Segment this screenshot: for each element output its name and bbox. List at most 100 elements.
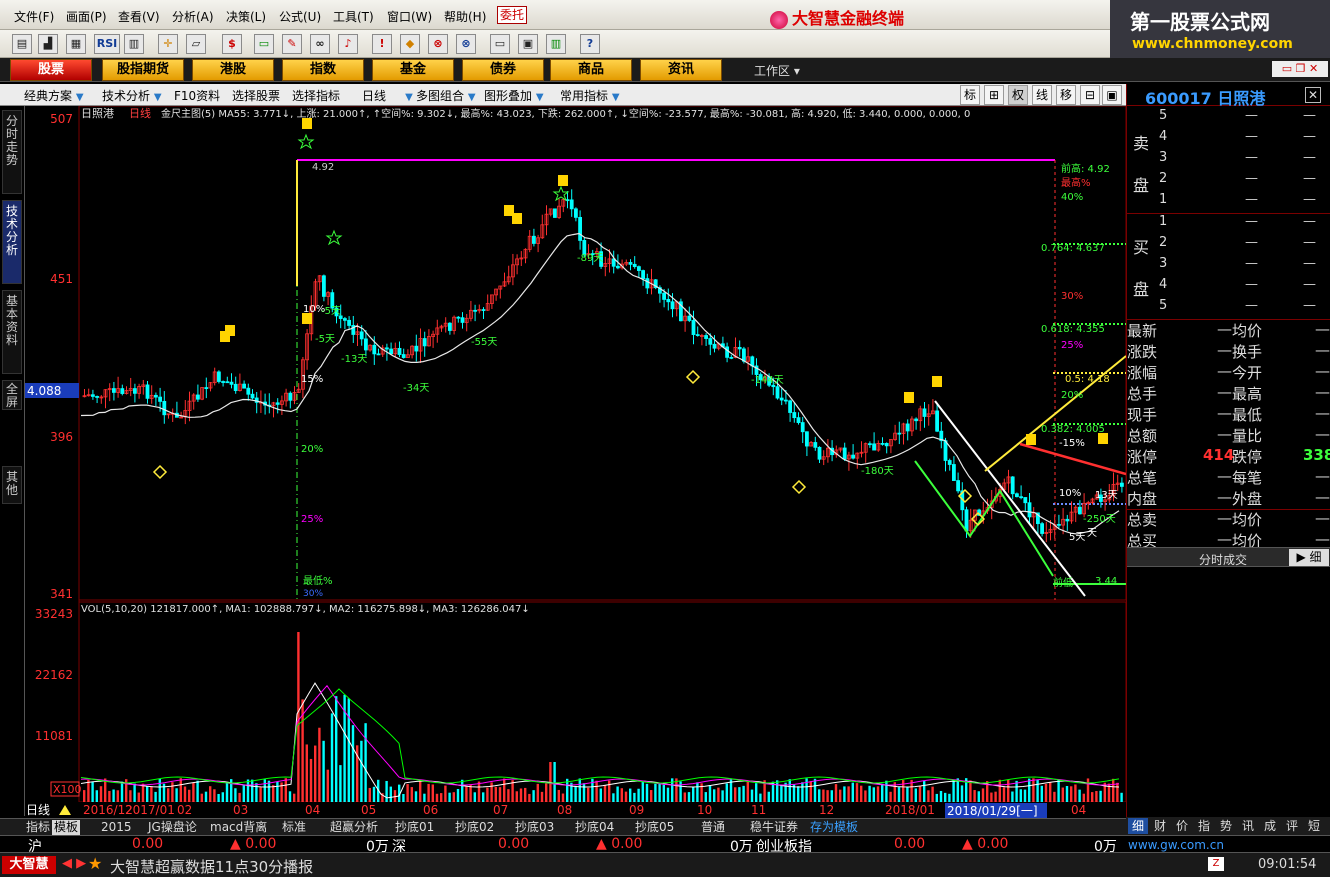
rp-tab-deal[interactable]: 成 bbox=[1260, 818, 1280, 834]
rp-tab-news[interactable]: 讯 bbox=[1238, 818, 1258, 834]
tab-standard[interactable]: 标准 bbox=[282, 820, 306, 835]
mark-button[interactable]: 标 bbox=[960, 85, 980, 105]
tab-intraday[interactable]: 分时走势 bbox=[2, 110, 22, 194]
menu-window[interactable]: 窗口(W) bbox=[387, 8, 432, 25]
tab-chaodi02[interactable]: 抄底02 bbox=[455, 820, 494, 835]
nav-commodity[interactable]: 商品 bbox=[550, 59, 632, 81]
entrust-button[interactable]: 委托 bbox=[497, 6, 527, 24]
rsi-icon[interactable]: RSI bbox=[94, 34, 120, 54]
menu-view-screen[interactable]: 画面(P) bbox=[66, 8, 107, 25]
rp-tab-short[interactable]: 短 bbox=[1304, 818, 1324, 834]
rights-button[interactable]: 权 bbox=[1008, 85, 1028, 105]
overlay-button[interactable]: 图形叠加 ▼ bbox=[484, 87, 544, 104]
workspace-dropdown[interactable]: 工作区 ▾ bbox=[754, 62, 800, 79]
tab-jg[interactable]: JG操盘论 bbox=[148, 820, 197, 835]
table-icon[interactable]: ▥ bbox=[124, 34, 144, 54]
site-link[interactable]: www.gw.com.cn bbox=[1128, 838, 1224, 852]
menu-tools[interactable]: 工具(T) bbox=[333, 8, 374, 25]
panel-button[interactable]: ▣ bbox=[1102, 85, 1122, 105]
volume: — bbox=[1303, 277, 1316, 292]
link-icon[interactable]: ⊗ bbox=[428, 34, 448, 54]
status-message[interactable]: 大智慧超赢数据11点30分播报 bbox=[110, 856, 313, 877]
nav-fund[interactable]: 基金 bbox=[372, 59, 454, 81]
books-icon[interactable]: ▥ bbox=[546, 34, 566, 54]
window-controls[interactable]: ▭ ❐ ✕ bbox=[1272, 61, 1328, 77]
tab-indicator[interactable]: 指标 bbox=[26, 820, 50, 835]
rp-tab-price[interactable]: 价 bbox=[1172, 818, 1192, 834]
dollar-icon[interactable]: $ bbox=[222, 34, 242, 54]
menu-view[interactable]: 查看(V) bbox=[118, 8, 160, 25]
menu-formula[interactable]: 公式(U) bbox=[279, 8, 321, 25]
nav-stock[interactable]: 股票 bbox=[10, 59, 92, 81]
nav-hk[interactable]: 港股 bbox=[192, 59, 274, 81]
tab-macd[interactable]: macd背离 bbox=[210, 820, 267, 835]
menu-help[interactable]: 帮助(H) bbox=[444, 8, 486, 25]
window-icon[interactable]: ▣ bbox=[518, 34, 538, 54]
tab-fullscreen[interactable]: 全屏 bbox=[2, 380, 22, 410]
chart-icon[interactable]: ▟ bbox=[38, 34, 58, 54]
tab-wenniu[interactable]: 稳牛证券 bbox=[750, 820, 798, 835]
tab-basic-info[interactable]: 基本资料 bbox=[2, 290, 22, 374]
help-icon[interactable]: ? bbox=[580, 34, 600, 54]
quote-row: 最新 — 均价 — bbox=[1127, 320, 1330, 341]
period-dropdown[interactable]: 日线 ▼ bbox=[362, 87, 413, 104]
workspace-label: 工作区 bbox=[754, 64, 791, 78]
crosshair-icon[interactable]: ✛ bbox=[158, 34, 178, 54]
common-indicator-button[interactable]: 常用指标 ▼ bbox=[560, 87, 620, 104]
buy-label-1: 买 bbox=[1132, 238, 1149, 257]
nav-bond[interactable]: 债券 bbox=[462, 59, 544, 81]
grid-icon[interactable]: ▦ bbox=[66, 34, 86, 54]
rp-tab-index[interactable]: 指 bbox=[1194, 818, 1214, 834]
nav-index[interactable]: 指数 bbox=[282, 59, 364, 81]
rp-tab-fine[interactable]: 细 bbox=[1128, 818, 1148, 834]
money-icon[interactable]: ▭ bbox=[254, 34, 274, 54]
menu-file[interactable]: 文件(F) bbox=[14, 8, 54, 25]
rp-tab-review[interactable]: 评 bbox=[1282, 818, 1302, 834]
tab-save-template[interactable]: 存为模板 bbox=[810, 820, 858, 835]
line-button[interactable]: 线 bbox=[1032, 85, 1052, 105]
tech-analysis-button[interactable]: 技术分析 ▼ bbox=[102, 87, 162, 104]
binoculars-icon[interactable]: ∞ bbox=[310, 34, 330, 54]
ruler-icon[interactable]: ▱ bbox=[186, 34, 206, 54]
scroll-arrows-icon[interactable]: ◀ ▶ bbox=[62, 856, 86, 871]
candle-body bbox=[195, 394, 200, 400]
fine-button[interactable]: ▶ 细 bbox=[1289, 549, 1329, 566]
pencil-icon[interactable]: ✎ bbox=[282, 34, 302, 54]
close-icon[interactable]: ✕ bbox=[1305, 87, 1321, 103]
menu-decision[interactable]: 决策(L) bbox=[226, 8, 266, 25]
tab-normal[interactable]: 普通 bbox=[701, 820, 725, 835]
classic-scheme-button[interactable]: 经典方案 ▼ bbox=[24, 87, 84, 104]
tab-tech-analysis[interactable]: 技术分析 bbox=[2, 200, 22, 284]
multi-chart-button[interactable]: 多图组合 ▼ bbox=[416, 87, 476, 104]
tab-chaodi05[interactable]: 抄底05 bbox=[635, 820, 674, 835]
tab-other[interactable]: 其他 bbox=[2, 466, 22, 504]
news-icon[interactable]: ! bbox=[372, 34, 392, 54]
tab-chaodi01[interactable]: 抄底01 bbox=[395, 820, 434, 835]
rp-tab-trend[interactable]: 势 bbox=[1216, 818, 1236, 834]
layout-button[interactable]: ⊟ bbox=[1080, 85, 1100, 105]
tab-template[interactable]: 模板 bbox=[52, 820, 81, 835]
rp-tab-finance[interactable]: 财 bbox=[1150, 818, 1170, 834]
diamond-icon[interactable]: ◆ bbox=[400, 34, 420, 54]
candle-body bbox=[473, 309, 478, 312]
select-stock-button[interactable]: 选择股票 bbox=[232, 87, 280, 104]
status-logo[interactable]: 大智慧 bbox=[2, 856, 56, 874]
tab-chaoying[interactable]: 超赢分析 bbox=[330, 820, 378, 835]
crosshair-button[interactable]: ⊞ bbox=[984, 85, 1004, 105]
bell-icon[interactable]: ♪ bbox=[338, 34, 358, 54]
tab-chaodi04[interactable]: 抄底04 bbox=[575, 820, 614, 835]
menu-analysis[interactable]: 分析(A) bbox=[172, 8, 214, 25]
candle-body bbox=[750, 356, 755, 367]
open-icon[interactable]: ▤ bbox=[12, 34, 32, 54]
f10-button[interactable]: F10资料 bbox=[174, 87, 220, 104]
tab-2015[interactable]: 2015 bbox=[101, 820, 132, 835]
nav-news[interactable]: 资讯 bbox=[640, 59, 722, 81]
kline-chart[interactable]: 日照港 日线 金尺主图(5) MA55: 3.771↓, 上涨: 21.000↑… bbox=[25, 106, 1126, 826]
tab-chaodi03[interactable]: 抄底03 bbox=[515, 820, 554, 835]
copy-icon[interactable]: ▭ bbox=[490, 34, 510, 54]
volume-bar bbox=[276, 781, 279, 802]
move-button[interactable]: 移 bbox=[1056, 85, 1076, 105]
globe-icon[interactable]: ⊗ bbox=[456, 34, 476, 54]
select-indicator-button[interactable]: 选择指标 bbox=[292, 87, 340, 104]
nav-futures[interactable]: 股指期货 bbox=[102, 59, 184, 81]
